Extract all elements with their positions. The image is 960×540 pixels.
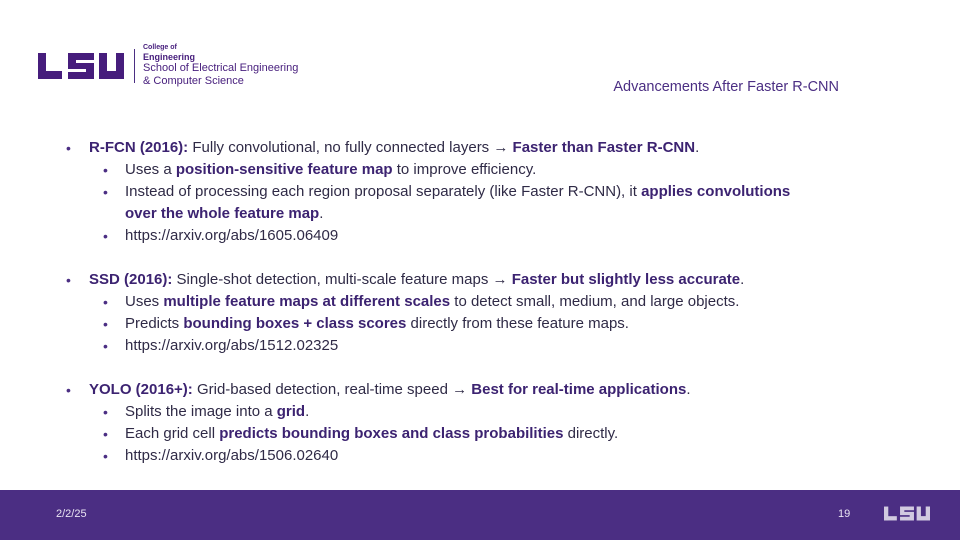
sub-bullet-dot: •: [103, 448, 108, 464]
rfcn-sub-link: • https://arxiv.org/abs/1605.06409: [62, 225, 862, 247]
sub-bullet-dot: •: [103, 228, 108, 244]
rfcn-name: R-FCN (2016):: [89, 139, 189, 156]
slide-body: • R-FCN (2016): Fully convolutional, no …: [62, 137, 862, 467]
ssd-sub-2: • Predicts bounding boxes + class scores…: [62, 313, 862, 335]
ssd-bold-end: Faster but slightly less accurate: [511, 271, 741, 288]
slide-footer: 2/2/25 19: [0, 490, 960, 540]
ssd-text: Single-shot detection, multi-scale featu…: [172, 271, 512, 288]
sub-bullet-dot: •: [103, 426, 108, 442]
footer-date: 2/2/25: [56, 508, 87, 520]
yolo-sub1-pre: Splits the image into a: [125, 403, 277, 420]
bullet-dot: •: [66, 382, 71, 398]
yolo-sub-1: • Splits the image into a grid.: [62, 401, 862, 423]
yolo-sub2-bold: predicts bounding boxes and class probab…: [219, 425, 564, 442]
rfcn-sub2-post: .: [319, 205, 324, 222]
yolo-sub-link: • https://arxiv.org/abs/1506.02640: [62, 445, 862, 467]
school-line-2: & Computer Science: [143, 75, 244, 88]
rfcn-sub2-bold1: applies convolutions: [641, 183, 791, 200]
rfcn-sub-1: • Uses a position-sensitive feature map …: [62, 159, 862, 181]
sub-bullet-dot: •: [103, 184, 108, 200]
footer-lsu-logo-mark: [884, 506, 930, 521]
college-of-label: College of: [143, 44, 177, 51]
rfcn-sub-2: • Instead of processing each region prop…: [62, 181, 862, 225]
yolo-sub-2: • Each grid cell predicts bounding boxes…: [62, 423, 862, 445]
school-line-1: School of Electrical Engineering: [143, 62, 299, 75]
ssd-sub2-bold: bounding boxes + class scores: [183, 315, 407, 332]
page-number: 19: [838, 508, 851, 520]
sub-bullet-dot: •: [103, 404, 108, 420]
college-name: Engineering: [143, 52, 196, 63]
yolo-tail: .: [686, 381, 691, 398]
rfcn-sub1-bold: position-sensitive feature map: [175, 161, 393, 178]
sub-bullet-dot: •: [103, 338, 108, 354]
yolo-sub1-post: .: [305, 403, 310, 420]
rfcn-paper-link[interactable]: https://arxiv.org/abs/1605.06409: [125, 227, 338, 244]
sub-bullet-dot: •: [103, 162, 108, 178]
sub-bullet-dot: •: [103, 294, 108, 310]
ssd-sub1-bold: multiple feature maps at different scale…: [163, 293, 451, 310]
yolo-sub1-bold: grid: [276, 403, 306, 420]
ssd-name: SSD (2016):: [89, 271, 173, 288]
rfcn-sub1-post: to improve efficiency.: [392, 161, 537, 178]
sub-bullet-dot: •: [103, 316, 108, 332]
rfcn-sub2-bold2: over the whole feature map: [125, 205, 320, 222]
yolo-sub2-post: directly.: [563, 425, 619, 442]
logo-divider: [134, 48, 135, 83]
rfcn-tail: .: [695, 139, 700, 156]
lsu-logo-mark: [38, 52, 124, 79]
bullet-yolo: • YOLO (2016+): Grid-based detection, re…: [62, 379, 862, 401]
bullet-dot: •: [66, 140, 71, 156]
lsu-engineering-logo: College of Engineering School of Electri…: [38, 44, 298, 88]
rfcn-text: Fully convolutional, no fully connected …: [188, 139, 513, 156]
ssd-sub1-post: to detect small, medium, and large objec…: [450, 293, 740, 310]
rfcn-sub2-pre: Instead of processing each region propos…: [125, 183, 642, 200]
yolo-sub2-pre: Each grid cell: [125, 425, 220, 442]
ssd-sub1-pre: Uses: [125, 293, 164, 310]
rfcn-sub1-pre: Uses a: [125, 161, 176, 178]
slide-header: College of Engineering School of Electri…: [0, 0, 960, 110]
bullet-ssd: • SSD (2016): Single-shot detection, mul…: [62, 269, 862, 291]
logo-text-block: College of Engineering School of Electri…: [143, 44, 298, 88]
ssd-sub2-pre: Predicts: [125, 315, 184, 332]
yolo-name: YOLO (2016+):: [89, 381, 193, 398]
bullet-rfcn: • R-FCN (2016): Fully convolutional, no …: [62, 137, 862, 159]
yolo-bold-end: Best for real-time applications: [471, 381, 687, 398]
bullet-dot: •: [66, 272, 71, 288]
ssd-paper-link[interactable]: https://arxiv.org/abs/1512.02325: [125, 337, 338, 354]
yolo-text: Grid-based detection, real-time speed →: [192, 381, 472, 398]
ssd-sub2-post: directly from these feature maps.: [406, 315, 629, 332]
rfcn-bold-end: Faster than Faster R-CNN: [512, 139, 696, 156]
slide-title: Advancements After Faster R-CNN: [613, 79, 839, 95]
yolo-paper-link[interactable]: https://arxiv.org/abs/1506.02640: [125, 447, 338, 464]
ssd-sub-link: • https://arxiv.org/abs/1512.02325: [62, 335, 862, 357]
ssd-tail: .: [740, 271, 745, 288]
ssd-sub-1: • Uses multiple feature maps at differen…: [62, 291, 862, 313]
